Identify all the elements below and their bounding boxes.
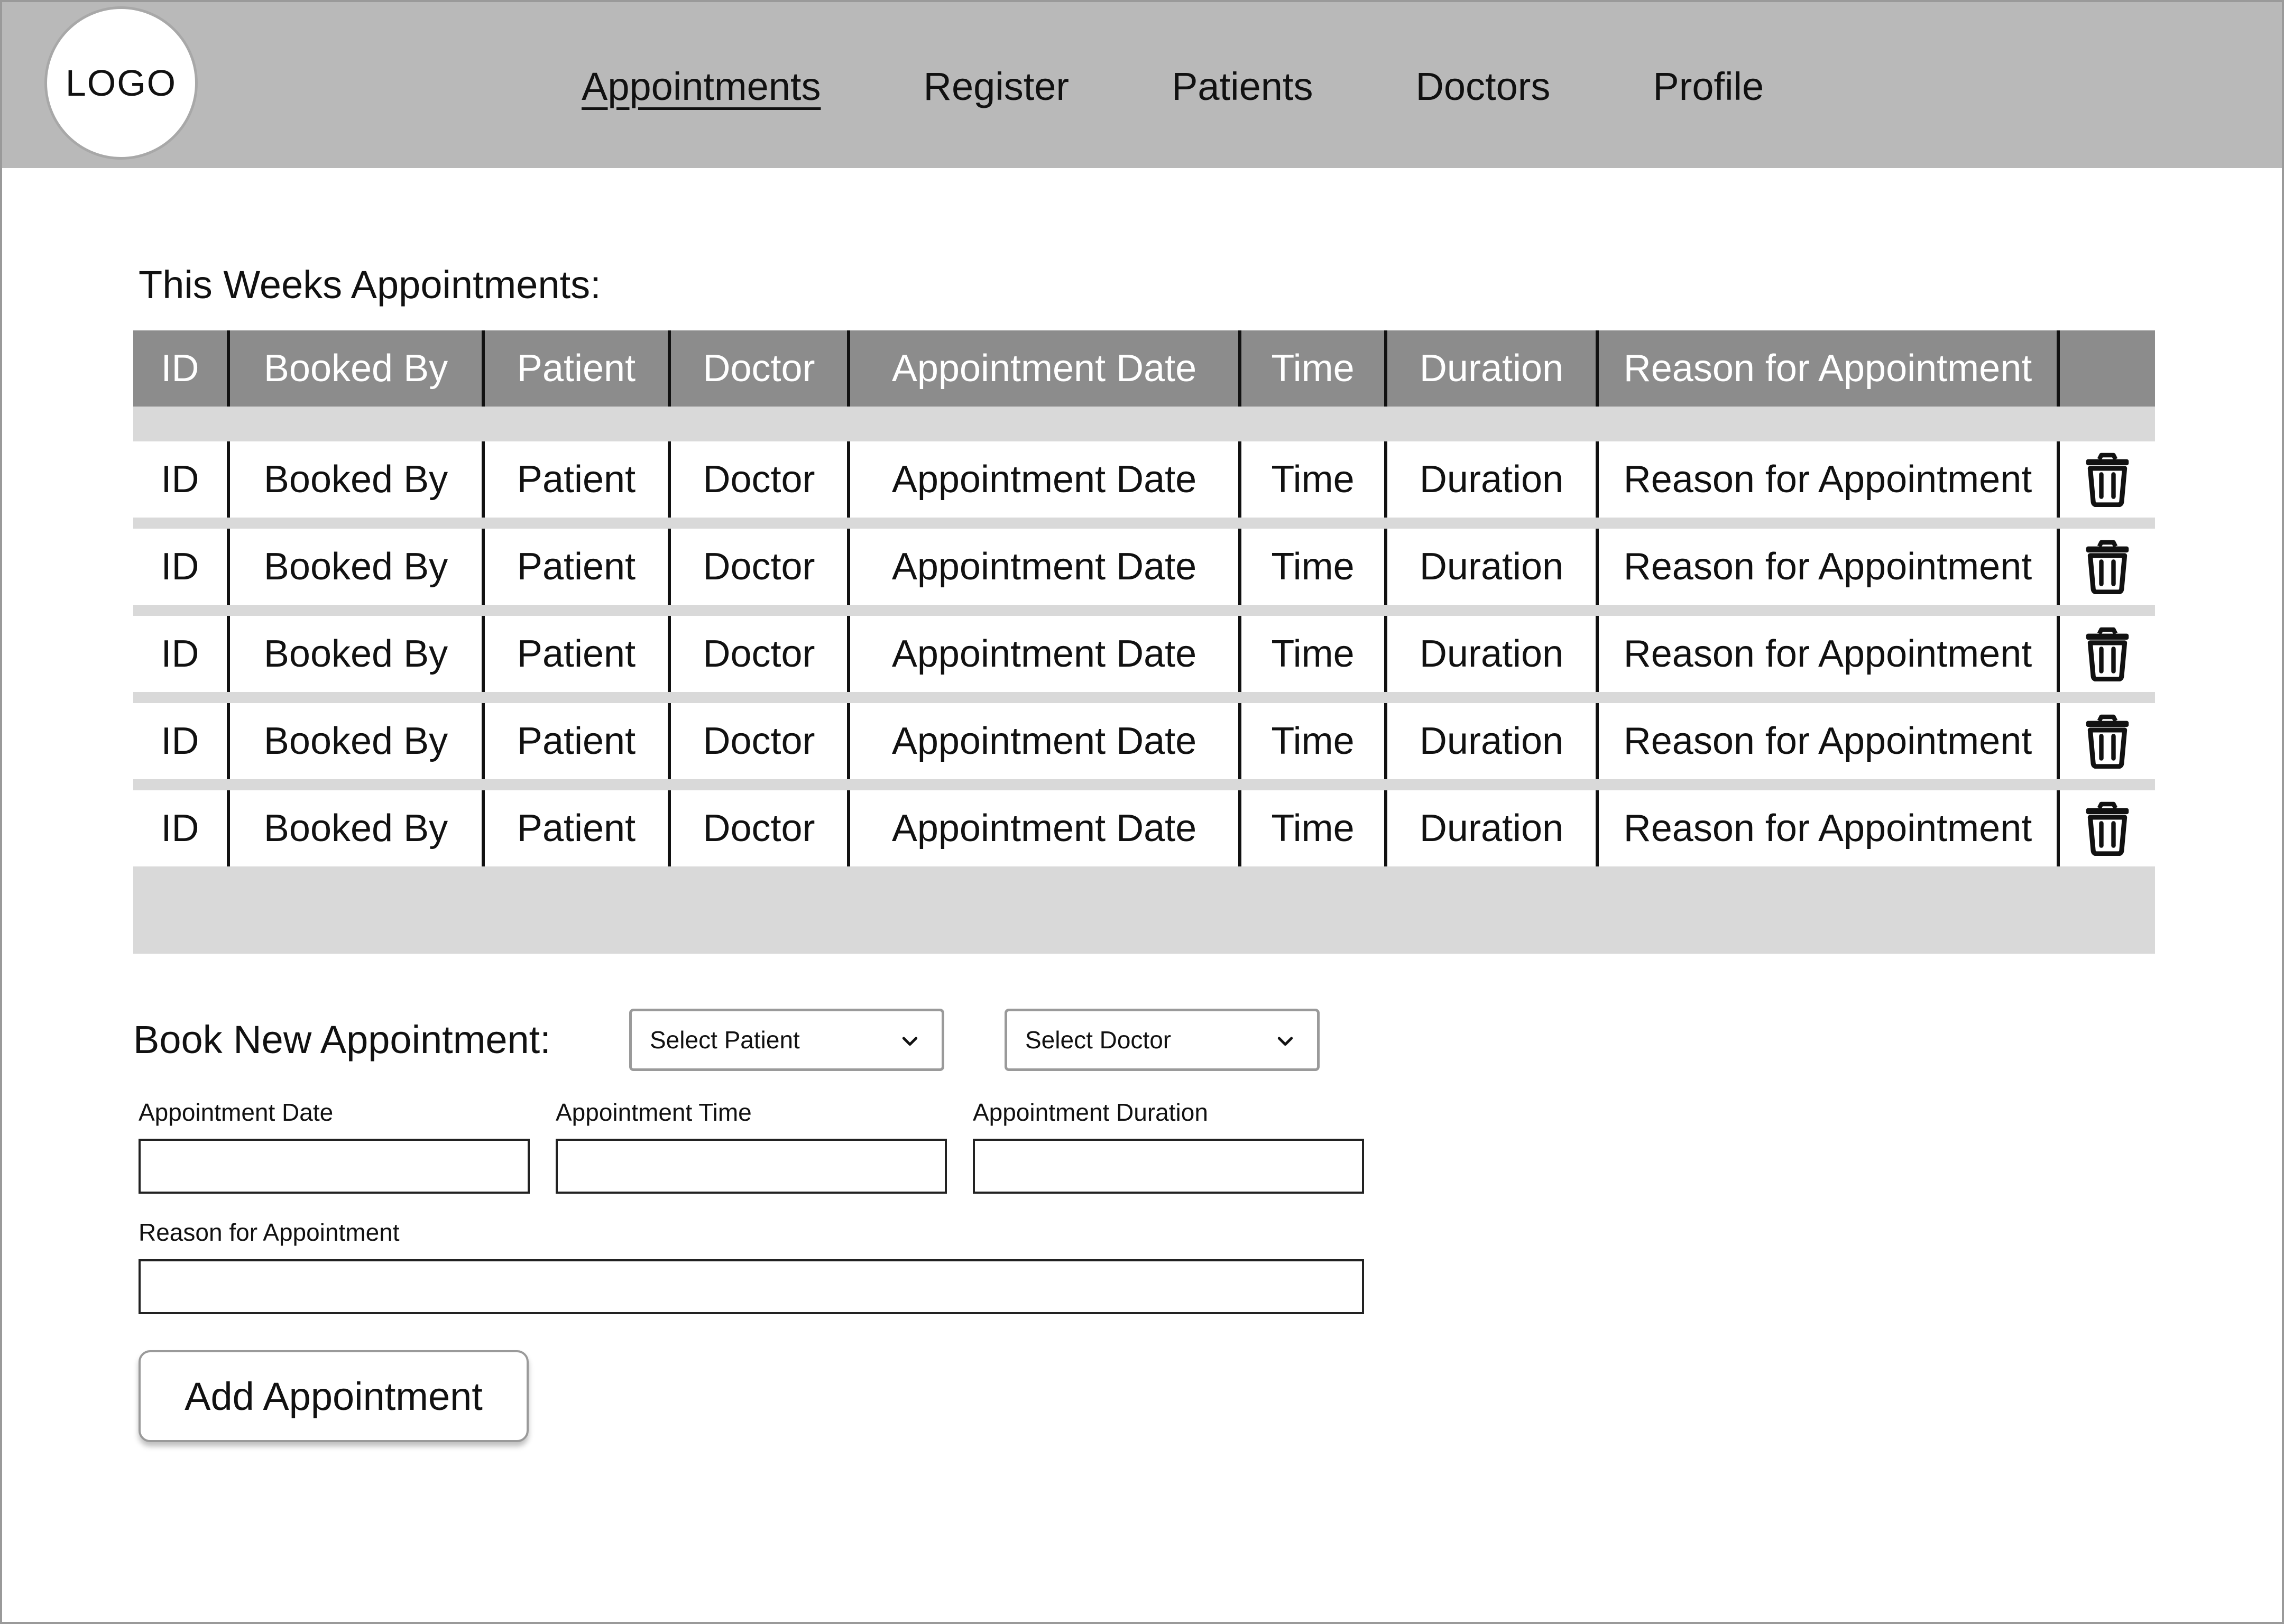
chevron-down-icon	[1277, 1037, 1293, 1046]
chevron-down-icon	[902, 1037, 918, 1046]
appointments-title: This Weeks Appointments:	[139, 263, 601, 307]
cell-appointment-date: Appointment Date	[850, 529, 1241, 605]
cell-doctor: Doctor	[671, 616, 850, 692]
cell-duration: Duration	[1387, 790, 1599, 866]
cell-patient: Patient	[485, 441, 671, 518]
delete-button[interactable]	[2060, 790, 2155, 866]
row-separator	[133, 518, 2155, 529]
cell-booked-by: Booked By	[230, 616, 485, 692]
cell-id: ID	[133, 529, 230, 605]
cell-id: ID	[133, 790, 230, 866]
delete-button[interactable]	[2060, 529, 2155, 605]
nav-profile[interactable]: Profile	[1653, 60, 1764, 113]
cell-time: Time	[1241, 703, 1387, 779]
cell-time: Time	[1241, 441, 1387, 518]
table-row[interactable]: ID Booked By Patient Doctor Appointment Date…	[133, 529, 2155, 605]
cell-appointment-date: Appointment Date	[850, 703, 1241, 779]
nav-patients[interactable]: Patients	[1172, 60, 1313, 113]
delete-button[interactable]	[2060, 441, 2155, 518]
cell-id: ID	[133, 616, 230, 692]
book-appointment-title: Book New Appointment:	[133, 1018, 551, 1062]
appointment-duration-field[interactable]	[973, 1139, 1364, 1194]
cell-duration: Duration	[1387, 441, 1599, 518]
cell-doctor: Doctor	[671, 790, 850, 866]
cell-time: Time	[1241, 790, 1387, 866]
table-body: ID Booked By Patient Doctor Appointment Date…	[133, 441, 2155, 866]
appointment-time-field[interactable]	[556, 1139, 947, 1194]
cell-doctor: Doctor	[671, 441, 850, 518]
appointment-duration-label: Appointment Duration	[973, 1099, 1208, 1126]
trash-icon	[2086, 801, 2129, 856]
col-header-booked-by[interactable]: Booked By	[230, 330, 485, 407]
cell-id: ID	[133, 441, 230, 518]
cell-duration: Duration	[1387, 703, 1599, 779]
select-patient-value: Select Patient	[650, 1026, 800, 1054]
cell-reason: Reason for Appointment	[1599, 616, 2060, 692]
reason-field[interactable]	[139, 1259, 1364, 1314]
table-footer	[133, 866, 2155, 954]
table-header-row: ID Booked By Patient Doctor Appointment …	[133, 330, 2155, 407]
nav-appointments[interactable]: Appointments	[582, 60, 821, 113]
table-row[interactable]: ID Booked By Patient Doctor Appointment Date…	[133, 703, 2155, 779]
cell-patient: Patient	[485, 790, 671, 866]
cell-id: ID	[133, 703, 230, 779]
top-header: LOGO Appointments Register Patients Doct…	[2, 2, 2282, 168]
cell-reason: Reason for Appointment	[1599, 441, 2060, 518]
cell-booked-by: Booked By	[230, 529, 485, 605]
table-row[interactable]: ID Booked By Patient Doctor Appointment Date…	[133, 790, 2155, 866]
trash-icon	[2086, 714, 2129, 769]
add-appointment-button[interactable]: Add Appointment	[139, 1350, 529, 1442]
row-separator	[133, 692, 2155, 703]
select-doctor-value: Select Doctor	[1025, 1026, 1172, 1054]
col-header-actions	[2060, 330, 2155, 407]
cell-duration: Duration	[1387, 529, 1599, 605]
delete-button[interactable]	[2060, 703, 2155, 779]
table-spacer	[133, 407, 2155, 441]
select-patient-dropdown[interactable]: Select Patient	[629, 1009, 944, 1071]
cell-booked-by: Booked By	[230, 703, 485, 779]
nav-register[interactable]: Register	[924, 60, 1070, 113]
cell-reason: Reason for Appointment	[1599, 703, 2060, 779]
cell-reason: Reason for Appointment	[1599, 790, 2060, 866]
cell-booked-by: Booked By	[230, 790, 485, 866]
main-nav: Appointments Register Patients Doctors P…	[582, 60, 1764, 113]
col-header-id[interactable]: ID	[133, 330, 230, 407]
col-header-doctor[interactable]: Doctor	[671, 330, 850, 407]
table-row[interactable]: ID Booked By Patient Doctor Appointment Date…	[133, 441, 2155, 518]
cell-duration: Duration	[1387, 616, 1599, 692]
cell-patient: Patient	[485, 529, 671, 605]
cell-appointment-date: Appointment Date	[850, 616, 1241, 692]
appointments-table: ID Booked By Patient Doctor Appointment …	[133, 330, 2155, 954]
row-separator	[133, 779, 2155, 790]
appointment-time-label: Appointment Time	[556, 1099, 752, 1126]
cell-doctor: Doctor	[671, 703, 850, 779]
trash-icon	[2086, 627, 2129, 681]
cell-appointment-date: Appointment Date	[850, 441, 1241, 518]
cell-patient: Patient	[485, 703, 671, 779]
trash-icon	[2086, 453, 2129, 507]
col-header-reason[interactable]: Reason for Appointment	[1599, 330, 2060, 407]
col-header-appointment-date[interactable]: Appointment Date	[850, 330, 1241, 407]
col-header-time[interactable]: Time	[1241, 330, 1387, 407]
trash-icon	[2086, 540, 2129, 594]
logo[interactable]: LOGO	[44, 6, 198, 160]
table-row[interactable]: ID Booked By Patient Doctor Appointment Date…	[133, 616, 2155, 692]
cell-doctor: Doctor	[671, 529, 850, 605]
cell-patient: Patient	[485, 616, 671, 692]
col-header-patient[interactable]: Patient	[485, 330, 671, 407]
appointment-date-field[interactable]	[139, 1139, 530, 1194]
select-doctor-dropdown[interactable]: Select Doctor	[1005, 1009, 1320, 1071]
cell-time: Time	[1241, 529, 1387, 605]
cell-time: Time	[1241, 616, 1387, 692]
cell-appointment-date: Appointment Date	[850, 790, 1241, 866]
col-header-duration[interactable]: Duration	[1387, 330, 1599, 407]
appointment-date-label: Appointment Date	[139, 1099, 334, 1126]
nav-doctors[interactable]: Doctors	[1415, 60, 1550, 113]
cell-reason: Reason for Appointment	[1599, 529, 2060, 605]
row-separator	[133, 605, 2155, 616]
cell-booked-by: Booked By	[230, 441, 485, 518]
reason-label: Reason for Appointment	[139, 1219, 400, 1246]
delete-button[interactable]	[2060, 616, 2155, 692]
page-frame: LOGO Appointments Register Patients Doct…	[0, 0, 2284, 1624]
